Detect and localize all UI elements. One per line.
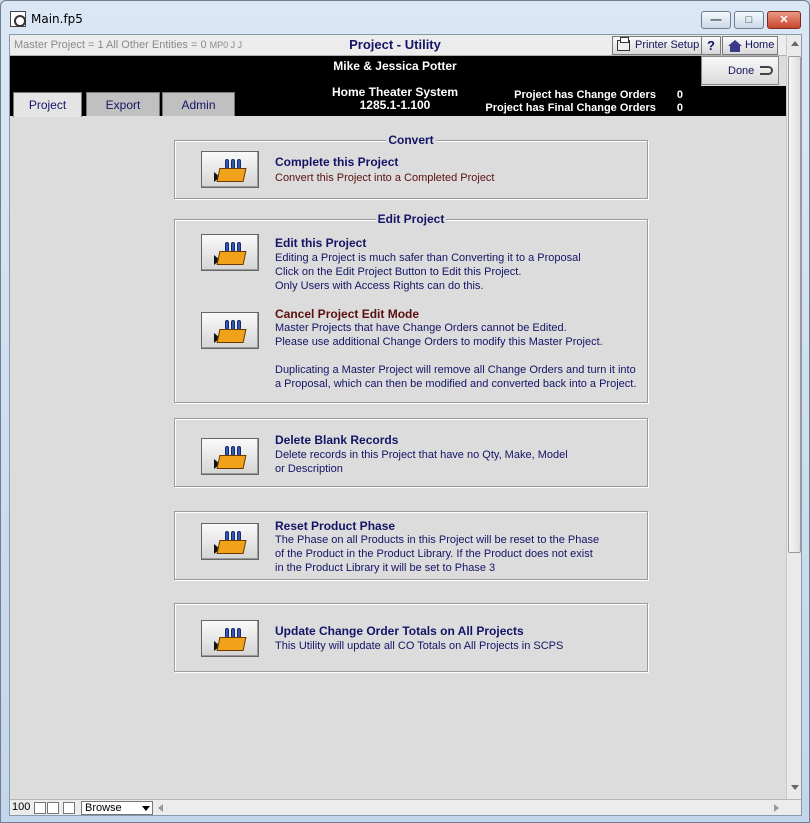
delete-desc-line: Delete records in this Project that have…	[275, 449, 568, 461]
layout-area: Master Project = 1 All Other Entities = …	[9, 34, 802, 816]
printer-setup-button[interactable]: Printer Setup	[612, 36, 702, 55]
edit-project-button[interactable]	[201, 234, 259, 271]
delete-blank-records-desc: Delete records in this Project that have…	[275, 448, 568, 476]
complete-project-title: Complete this Project	[275, 155, 399, 169]
printer-setup-label: Printer Setup	[635, 39, 700, 51]
header-bar: Master Project = 1 All Other Entities = …	[10, 35, 786, 56]
close-button[interactable]: ✕	[767, 11, 801, 29]
scroll-left-arrow-icon[interactable]	[158, 802, 166, 814]
cancel-desc-line	[275, 349, 636, 363]
entity-codes: MP0 J J	[209, 40, 243, 50]
delete-blank-records-title: Delete Blank Records	[275, 433, 399, 447]
final-change-orders-label: Project has Final Change Orders	[485, 102, 656, 114]
lego-brick-icon	[214, 158, 247, 183]
done-label: Done	[728, 65, 755, 77]
cancel-desc-line: Duplicating a Master Project will remove…	[275, 364, 636, 376]
cancel-desc-line: Master Projects that have Change Orders …	[275, 322, 567, 334]
reset-desc-line: The Phase on all Products in this Projec…	[275, 534, 600, 546]
tab-project[interactable]: Project	[13, 92, 82, 117]
lego-brick-icon	[214, 319, 247, 344]
window-title: Main.fp5	[31, 12, 83, 26]
maximize-icon: □	[745, 14, 753, 26]
zoom-out-icon[interactable]	[34, 802, 46, 814]
printer-icon	[617, 37, 630, 51]
page-title: Project - Utility	[349, 37, 441, 52]
update-co-totals-section: Update Change Order Totals on All Projec…	[174, 603, 648, 672]
edit-project-desc: Editing a Project is much safer than Con…	[275, 251, 581, 293]
vertical-scrollbar[interactable]	[786, 35, 801, 799]
update-co-totals-button[interactable]	[201, 620, 259, 657]
status-area-toggle-icon[interactable]	[63, 802, 75, 814]
chevron-down-icon	[142, 806, 150, 811]
close-icon: ✕	[779, 14, 789, 26]
edit-project-title: Edit this Project	[275, 236, 367, 250]
zoom-level[interactable]: 100	[12, 801, 30, 813]
customer-name: Mike & Jessica Potter	[333, 59, 457, 73]
reset-product-phase-desc: The Phase on all Products in this Projec…	[275, 533, 599, 575]
home-button[interactable]: Home	[722, 36, 778, 55]
change-orders-status: Project has Change Orders 0	[514, 89, 683, 101]
complete-project-button[interactable]	[201, 151, 259, 188]
final-change-orders-value: 0	[676, 102, 683, 114]
update-co-totals-desc: This Utility will update all CO Totals o…	[275, 640, 564, 652]
app-window: Main.fp5 — □ ✕ Master Project = 1 All Ot…	[0, 0, 810, 823]
cancel-desc-line: Please use additional Change Orders to m…	[275, 336, 603, 348]
filemaker-app-icon	[10, 11, 26, 27]
lego-brick-icon	[214, 530, 247, 555]
convert-section: Convert Complete this Project Convert th…	[174, 133, 648, 199]
lego-brick-icon	[214, 445, 247, 470]
reset-product-phase-button[interactable]	[201, 523, 259, 560]
entity-stats-text: Master Project = 1 All Other Entities = …	[14, 39, 207, 51]
update-co-totals-title: Update Change Order Totals on All Projec…	[275, 624, 524, 638]
delete-blank-records-section: Delete Blank Records Delete records in t…	[174, 418, 648, 487]
scroll-up-arrow-icon[interactable]	[791, 41, 799, 46]
project-info: Home Theater System 1285.1-1.100	[300, 86, 490, 112]
reset-product-phase-section: Reset Product Phase The Phase on all Pro…	[174, 511, 648, 580]
return-arrow-icon	[760, 66, 773, 75]
reset-desc-line: in the Product Library it will be set to…	[275, 562, 496, 574]
cancel-desc-line: a Proposal, which can then be modified a…	[275, 378, 637, 390]
project-number: 1285.1-1.100	[359, 98, 431, 112]
home-icon	[728, 40, 742, 52]
edit-desc-line: Only Users with Access Rights can do thi…	[275, 280, 484, 292]
help-button[interactable]: ?	[701, 36, 721, 55]
final-change-orders-status: Project has Final Change Orders 0	[485, 102, 683, 114]
scroll-down-arrow-icon[interactable]	[791, 785, 799, 790]
home-label: Home	[745, 39, 775, 51]
title-bar: Main.fp5 — □ ✕	[1, 1, 809, 34]
mode-select-value: Browse	[85, 802, 122, 814]
convert-legend: Convert	[386, 133, 436, 147]
done-button[interactable]: Done	[701, 56, 779, 85]
mode-select[interactable]: Browse	[81, 801, 153, 815]
delete-desc-line: or Description	[275, 463, 343, 475]
change-orders-label: Project has Change Orders	[514, 89, 656, 101]
reset-product-phase-title: Reset Product Phase	[275, 519, 396, 533]
scroll-right-arrow-icon[interactable]	[772, 802, 780, 814]
edit-project-legend: Edit Project	[375, 212, 447, 226]
cancel-edit-mode-desc: Master Projects that have Change Orders …	[275, 321, 636, 391]
tab-export[interactable]: Export	[86, 92, 160, 116]
header-right-filler	[701, 86, 786, 116]
reset-desc-line: of the Product in the Product Library. I…	[275, 548, 593, 560]
lego-brick-icon	[214, 241, 247, 266]
complete-project-desc: Convert this Project into a Completed Pr…	[275, 172, 495, 184]
tab-admin[interactable]: Admin	[162, 92, 235, 116]
entity-stats: Master Project = 1 All Other Entities = …	[14, 39, 242, 51]
status-bar: 100 Browse	[10, 799, 801, 815]
zoom-in-icon[interactable]	[47, 802, 59, 814]
edit-desc-line: Click on the Edit Project Button to Edit…	[275, 266, 522, 278]
change-orders-value: 0	[676, 89, 683, 101]
lego-brick-icon	[214, 627, 247, 652]
maximize-button[interactable]: □	[734, 11, 764, 29]
minimize-button[interactable]: —	[701, 11, 731, 29]
minimize-icon: —	[710, 14, 722, 26]
scrollbar-thumb[interactable]	[788, 56, 801, 553]
edit-project-section: Edit Project Edit this Project Editing a…	[174, 212, 648, 403]
delete-blank-records-button[interactable]	[201, 438, 259, 475]
cancel-edit-mode-title: Cancel Project Edit Mode	[275, 307, 420, 321]
cancel-edit-mode-button[interactable]	[201, 312, 259, 349]
edit-desc-line: Editing a Project is much safer than Con…	[275, 252, 581, 264]
